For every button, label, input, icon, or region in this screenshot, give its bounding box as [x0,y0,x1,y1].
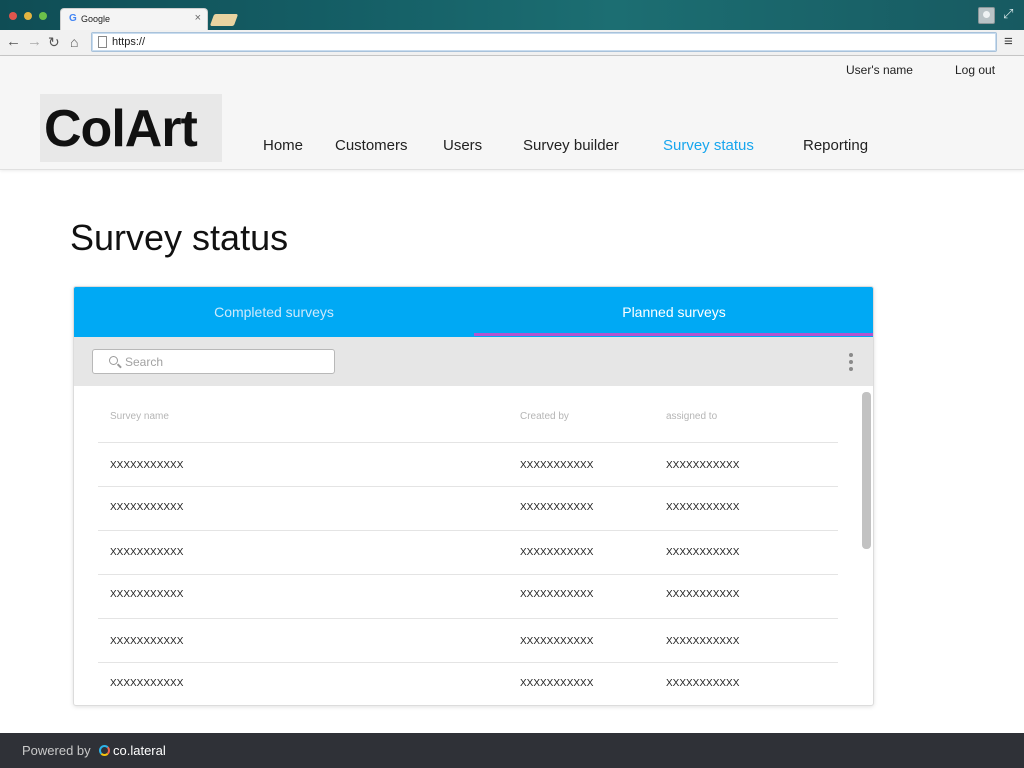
nav-item-survey-status[interactable]: Survey status [663,137,754,154]
colateral-logo-icon [99,745,110,756]
search-input[interactable] [125,353,325,370]
row-divider [98,530,838,531]
home-icon[interactable]: ⌂ [70,33,78,51]
cell-assigned-to: XXXXXXXXXXX [666,547,740,558]
logo-text: ColArt [44,100,198,158]
cell-created-by: XXXXXXXXXXX [520,636,594,647]
cell-created-by: XXXXXXXXXXX [520,547,594,558]
search-icon [109,356,118,365]
cell-assigned-to: XXXXXXXXXXX [666,460,740,471]
nav-item-customers[interactable]: Customers [335,137,408,154]
new-tab-button[interactable] [209,14,239,26]
cell-survey-name: XXXXXXXXXXX [110,636,184,647]
browser-toolbar: ← → ↻ ⌂ https:// ≡ [0,30,1024,56]
logo[interactable]: ColArt [40,94,222,162]
address-text[interactable]: https:// [112,36,145,48]
column-header-survey-name[interactable]: Survey name [110,411,169,422]
cell-created-by: XXXXXXXXXXX [520,678,594,689]
nav-item-home[interactable]: Home [263,137,303,154]
forward-arrow-icon[interactable]: → [27,33,42,51]
row-divider [98,574,838,575]
row-divider [98,442,838,443]
app-header: User's name Log out ColArt Home Customer… [0,56,1024,170]
search-toolbar [74,337,873,386]
zoom-window-button[interactable] [39,12,47,20]
cell-survey-name: XXXXXXXXXXX [110,589,184,600]
search-field[interactable] [92,349,335,374]
row-divider [98,662,838,663]
cell-assigned-to: XXXXXXXXXXX [666,678,740,689]
brand-name[interactable]: co.lateral [113,743,166,758]
table-scrollbar[interactable] [862,392,871,549]
tabs-bar: Completed surveys Planned surveys [74,287,873,337]
expand-icon[interactable]: ⤢ [1003,6,1013,22]
back-arrow-icon[interactable]: ← [6,33,21,51]
cell-survey-name: XXXXXXXXXXX [110,502,184,513]
survey-table: Survey name Created by assigned to XXXXX… [74,386,873,705]
hamburger-menu-icon[interactable]: ≡ [1004,33,1013,50]
user-name[interactable]: User's name [846,63,913,77]
browser-titlebar: G Google × ⤢ [0,0,1024,30]
column-header-created-by[interactable]: Created by [520,411,569,422]
footer: Powered by co.lateral [0,733,1024,768]
page-icon [98,36,107,48]
cell-created-by: XXXXXXXXXXX [520,460,594,471]
page-title: Survey status [70,217,289,258]
more-options-icon[interactable] [849,353,853,371]
cell-survey-name: XXXXXXXXXXX [110,460,184,471]
tab-close-icon[interactable]: × [195,12,201,24]
active-tab-indicator [474,333,873,336]
column-header-assigned-to[interactable]: assigned to [666,411,717,422]
minimize-window-button[interactable] [24,12,32,20]
powered-by-text: Powered by [22,743,91,758]
nav-item-users[interactable]: Users [443,137,482,154]
user-profile-icon[interactable] [978,7,995,24]
address-bar[interactable]: https:// [91,32,997,52]
close-window-button[interactable] [9,12,17,20]
tab-planned-surveys[interactable]: Planned surveys [474,287,873,337]
cell-survey-name: XXXXXXXXXXX [110,678,184,689]
logout-link[interactable]: Log out [955,63,995,77]
row-divider [98,618,838,619]
survey-card: Completed surveys Planned surveys Survey… [73,286,874,706]
browser-tab[interactable]: G Google × [60,8,208,30]
nav-item-reporting[interactable]: Reporting [803,137,868,154]
reload-icon[interactable]: ↻ [48,33,60,51]
tab-completed-surveys[interactable]: Completed surveys [74,287,474,337]
cell-created-by: XXXXXXXXXXX [520,589,594,600]
cell-assigned-to: XXXXXXXXXXX [666,636,740,647]
cell-assigned-to: XXXXXXXXXXX [666,589,740,600]
cell-assigned-to: XXXXXXXXXXX [666,502,740,513]
cell-created-by: XXXXXXXXXXX [520,502,594,513]
nav-item-survey-builder[interactable]: Survey builder [523,137,619,154]
row-divider [98,486,838,487]
google-favicon-icon: G [69,13,77,24]
browser-tab-title: Google [81,14,111,24]
cell-survey-name: XXXXXXXXXXX [110,547,184,558]
